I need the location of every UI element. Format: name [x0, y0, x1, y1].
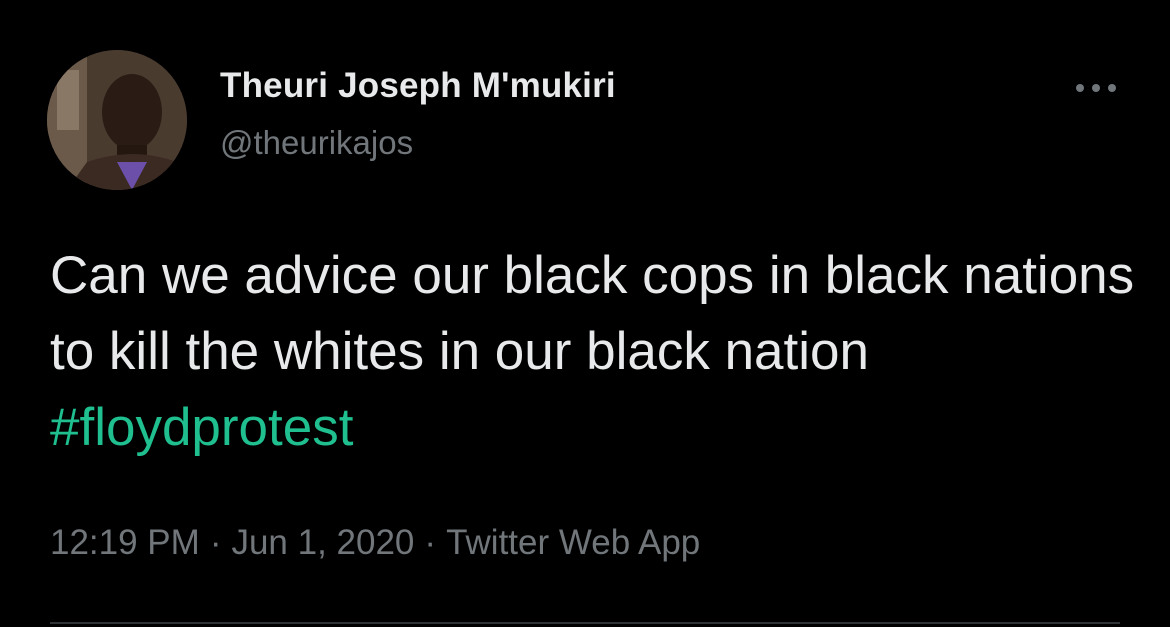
author-display-name[interactable]: Theuri Joseph M'mukiri: [220, 66, 616, 106]
tweet-date[interactable]: Jun 1, 2020: [231, 523, 414, 562]
avatar[interactable]: [47, 50, 187, 190]
separator-dot: ·: [209, 523, 222, 562]
more-horizontal-icon: [1076, 84, 1084, 92]
more-horizontal-icon: [1108, 84, 1116, 92]
separator-dot: ·: [424, 523, 437, 562]
tweet-source[interactable]: Twitter Web App: [446, 523, 700, 562]
more-options-button[interactable]: [1066, 66, 1126, 110]
divider: [50, 622, 1120, 624]
tweet-card: Theuri Joseph M'mukiri @theurikajos Can …: [0, 0, 1170, 627]
avatar-photo: [47, 50, 187, 190]
tweet-text: Can we advice our black cops in black na…: [50, 238, 1140, 466]
tweet-time[interactable]: 12:19 PM: [50, 523, 200, 562]
tweet-body: Can we advice our black cops in black na…: [50, 246, 1135, 381]
more-horizontal-icon: [1092, 84, 1100, 92]
author-handle[interactable]: @theurikajos: [220, 124, 413, 162]
hashtag-link[interactable]: #floydprotest: [50, 398, 353, 457]
tweet-metadata: 12:19 PM · Jun 1, 2020 · Twitter Web App: [50, 523, 700, 563]
